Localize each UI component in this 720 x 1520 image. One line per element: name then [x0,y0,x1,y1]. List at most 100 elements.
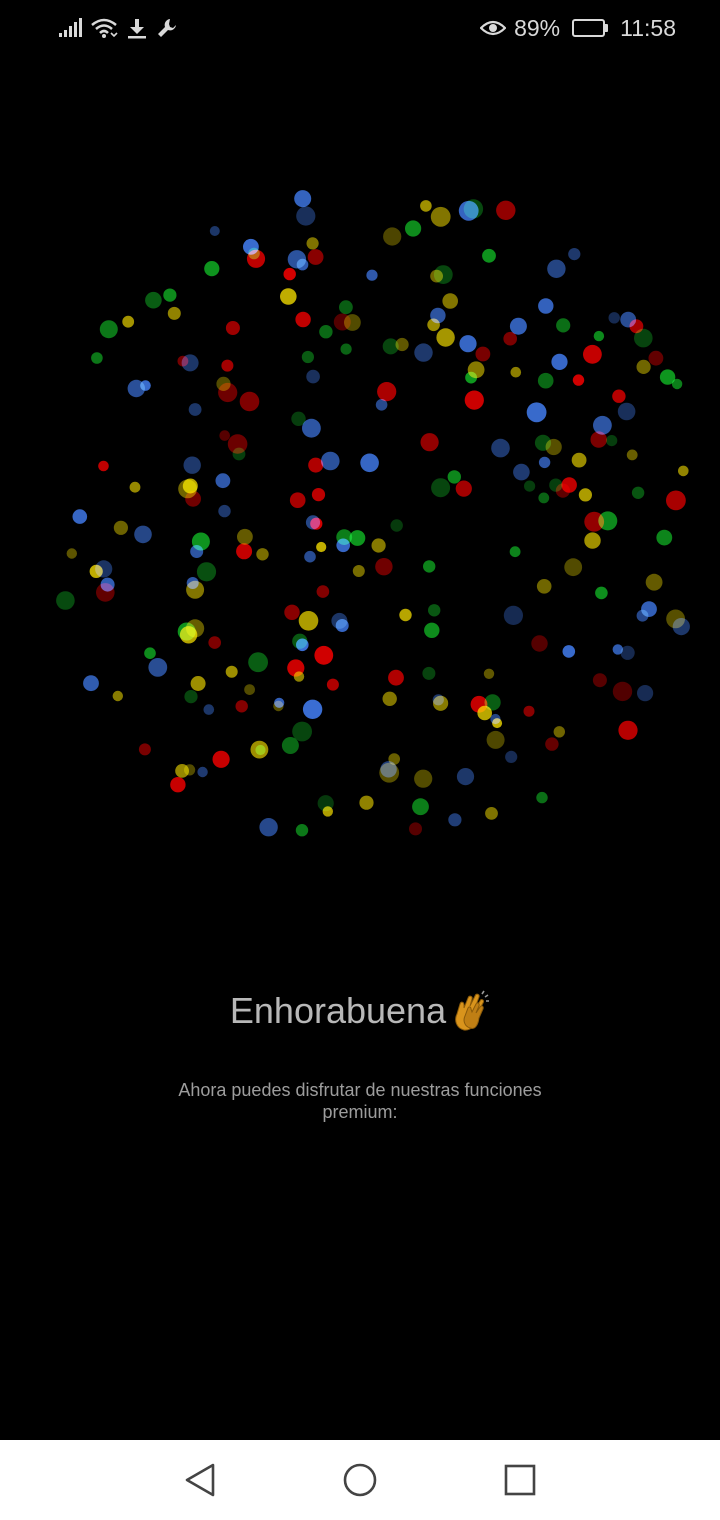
recents-button[interactable] [440,1440,600,1520]
confetti-dot [289,492,306,509]
confetti-dot [459,335,477,353]
confetti-dot [140,380,151,391]
confetti-dot [390,519,403,532]
confetti-dot [626,449,638,461]
confetti-dot [182,478,198,494]
back-button[interactable] [120,1440,280,1520]
recents-square-icon [504,1464,536,1496]
confetti-dot [648,350,664,366]
confetti-dot [448,813,462,827]
confetti-dot [98,460,109,472]
confetti-dot [196,562,217,582]
confetti-dot [538,492,550,504]
confetti-dot [496,200,516,220]
confetti-dot [66,548,78,559]
confetti-dot [618,720,638,740]
eye-icon [480,19,507,37]
status-right-group: 89% 11:58 [480,15,676,42]
confetti-dot [606,435,618,447]
confetti-dot [549,478,563,492]
confetti-dot [317,795,334,812]
confetti-dot [188,403,202,416]
confetti-dot [221,359,234,372]
confetti-dot [672,618,690,636]
confetti-dot [56,591,75,610]
confetti-dot [177,622,196,641]
confetti-dot [583,344,602,364]
confetti-dot [292,633,308,649]
confetti-dot [163,288,177,302]
confetti-burst [56,190,690,837]
battery-percent: 89% [514,14,561,41]
confetti-dot [584,532,601,549]
confetti-dot [456,768,475,786]
confetti-dot [190,676,206,691]
confetti-dot [314,645,334,665]
confetti-dot [490,713,501,725]
confetti-dot [239,391,260,412]
confetti-dot [359,795,374,810]
confetti-dot [486,730,505,749]
confetti-dot [536,579,552,594]
confetti-dot [572,374,585,386]
confetti-dot [509,317,527,335]
confetti-dot [547,259,566,278]
confetti-dot [465,371,477,384]
confetti-dot [306,369,320,384]
confetti-dot [377,382,397,402]
confetti-dot [339,300,353,315]
confetti-dot [321,451,340,471]
confetti-dot [191,532,210,551]
confetti-dot [296,206,316,226]
confetti-dot [138,743,151,756]
confetti-dot [235,700,248,713]
confetti-dot [204,261,220,277]
confetti-dot [352,565,365,577]
confetti-dot [100,577,115,592]
page-title: Enhorabuena [229,990,447,1031]
confetti-dot [482,248,496,263]
battery-icon [572,19,609,37]
confetti-dot [170,777,186,793]
confetti-dot [129,481,141,493]
signal-icon [58,18,82,38]
confetti-dot [344,314,361,331]
home-circle-icon [343,1463,377,1497]
confetti-dot [197,766,208,778]
wrench-icon [156,17,178,39]
home-button[interactable] [280,1440,440,1520]
confetti-dot [284,604,300,620]
confetti-dot [629,319,644,334]
confetti-dot [379,762,400,783]
confetti-dot [243,238,259,255]
confetti-dot [584,511,605,532]
confetti-dot [99,320,118,339]
confetti-dot [293,671,305,682]
confetti-dot [316,541,327,553]
confetti-dot [510,366,522,378]
download-icon [126,17,148,39]
confetti-dot [144,647,156,659]
confetti-dot [593,330,605,342]
confetti-dot [336,538,351,553]
confetti-dot [72,509,88,524]
confetti-dot [545,737,559,751]
confetti-dot [455,480,472,497]
confetti-dot [181,354,199,372]
confetti-dot [122,315,135,328]
clapping-hands-icon [450,990,490,1032]
confetti-dot [612,681,633,702]
confetti-dot [388,753,401,765]
confetti-dot [436,328,455,347]
confetti-dot [256,548,269,561]
confetti-dot [526,402,547,423]
wifi-icon [90,17,118,39]
confetti-dot [645,573,663,591]
confetti-dot [561,477,577,493]
confetti-dot [112,690,124,702]
confetti-dot [536,791,548,804]
confetti-dot [292,721,312,742]
confetti-dot [636,359,651,374]
confetti-dot [458,200,479,221]
confetti-dot [420,433,439,452]
